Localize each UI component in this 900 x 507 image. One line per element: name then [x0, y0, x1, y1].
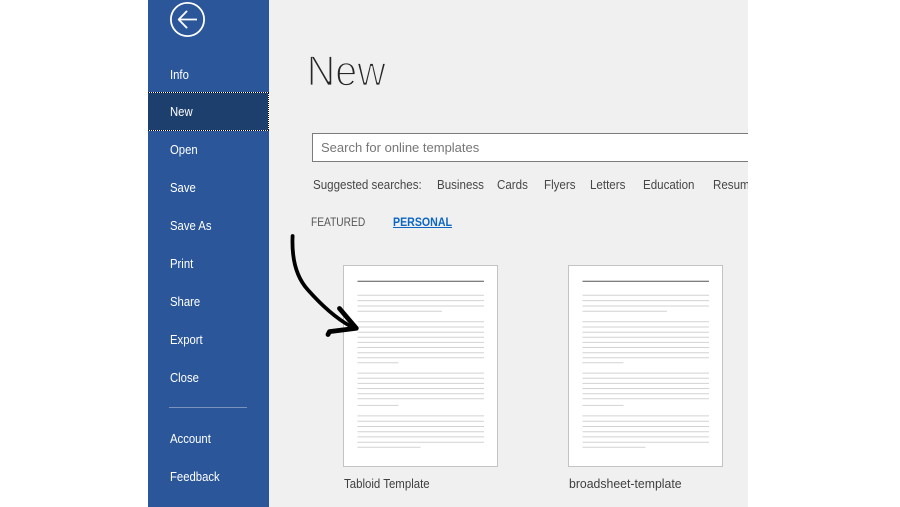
svg-text:New: New	[307, 47, 387, 95]
